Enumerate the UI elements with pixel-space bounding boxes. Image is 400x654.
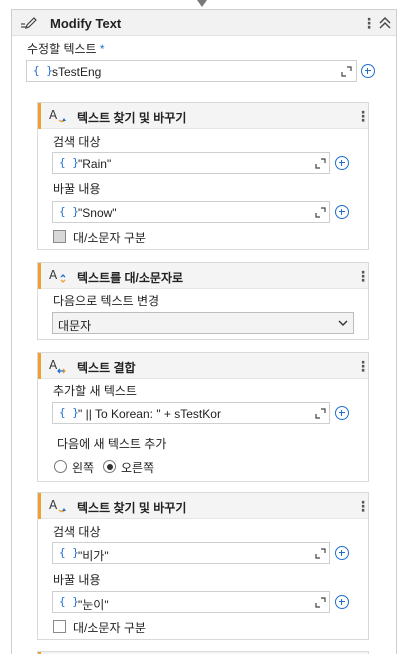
case-sensitive-label: 대/소문자 구분: [73, 621, 146, 635]
card-header[interactable]: A 텍스트 찾기 및 바꾸기 ⋮: [38, 103, 370, 129]
add-variable-icon[interactable]: [361, 64, 375, 78]
card-menu-icon[interactable]: ⋮: [356, 268, 370, 284]
card-accent: [38, 103, 41, 129]
add-text-value: " || To Korean: " + sTestKor: [78, 407, 221, 421]
expression-icon: { }: [59, 546, 79, 559]
chevron-down-icon: [338, 320, 348, 326]
radio-right[interactable]: [103, 460, 116, 473]
expand-editor-icon[interactable]: [315, 408, 326, 419]
card-title: 텍스트 찾기 및 바꾸기: [77, 501, 187, 515]
add-variable-icon[interactable]: [335, 406, 349, 420]
expand-editor-icon[interactable]: [315, 158, 326, 169]
add-text-label: 추가할 새 텍스트: [53, 384, 137, 398]
change-case-icon: A: [49, 268, 66, 283]
card-menu-icon[interactable]: ⋮: [356, 108, 370, 124]
case-sensitive-checkbox[interactable]: [53, 620, 66, 633]
replace-label: 바꿀 내용: [53, 182, 101, 196]
card-header[interactable]: A 텍스트 결합 ⋮: [38, 353, 370, 379]
card-accent: [38, 353, 41, 379]
card-accent: [38, 493, 41, 519]
case-sensitive-label: 대/소문자 구분: [73, 231, 146, 245]
card-title: 텍스트 찾기 및 바꾸기: [77, 111, 187, 125]
search-label: 검색 대상: [53, 525, 101, 539]
replace-label: 바꿀 내용: [53, 573, 101, 587]
add-text-input[interactable]: { } " || To Korean: " + sTestKor: [52, 402, 330, 424]
search-value: "비가": [78, 549, 109, 563]
connector-arrow-icon: [197, 0, 207, 7]
find-replace-card-1[interactable]: A 텍스트 찾기 및 바꾸기 ⋮: [37, 102, 370, 250]
position-label: 다음에 새 텍스트 추가: [57, 437, 167, 451]
collapse-icon[interactable]: [378, 16, 392, 30]
search-input[interactable]: { } "비가": [52, 542, 330, 564]
activity-header[interactable]: Modify Text ⋮: [12, 10, 396, 36]
expression-icon: { }: [33, 64, 53, 77]
svg-text:A: A: [49, 358, 58, 372]
edit-text-icon: [21, 17, 37, 29]
svg-text:A: A: [49, 268, 58, 282]
replace-value: "Snow": [78, 206, 117, 220]
target-text-label-text: 수정할 텍스트: [27, 42, 97, 56]
search-label: 검색 대상: [53, 135, 101, 149]
expression-icon: { }: [59, 156, 79, 169]
svg-text:A: A: [49, 108, 58, 122]
card-menu-icon[interactable]: ⋮: [356, 358, 370, 374]
expand-editor-icon[interactable]: [315, 548, 326, 559]
change-case-label: 다음으로 텍스트 변경: [53, 294, 160, 308]
expand-editor-icon[interactable]: [315, 597, 326, 608]
target-text-input[interactable]: { } sTestEng: [26, 60, 357, 82]
card-header[interactable]: A 텍스트 찾기 및 바꾸기 ⋮: [38, 493, 370, 519]
case-select[interactable]: 대문자: [52, 312, 354, 334]
add-variable-icon[interactable]: [335, 595, 349, 609]
combine-text-icon: A: [49, 358, 66, 374]
expression-icon: { }: [59, 205, 79, 218]
radio-right-label: 오른쪽: [121, 461, 155, 475]
svg-text:A: A: [49, 498, 58, 512]
case-sensitive-checkbox[interactable]: [53, 230, 66, 243]
add-variable-icon[interactable]: [335, 156, 349, 170]
expand-editor-icon[interactable]: [315, 207, 326, 218]
replace-input[interactable]: { } "Snow": [52, 201, 330, 223]
expression-icon: { }: [59, 595, 79, 608]
expression-icon: { }: [59, 406, 79, 419]
find-replace-card-2[interactable]: A 텍스트 찾기 및 바꾸기 ⋮: [37, 492, 370, 640]
radio-left[interactable]: [54, 460, 67, 473]
card-title: 텍스트 결합: [77, 361, 136, 375]
find-replace-icon: A: [49, 498, 66, 513]
search-value: "Rain": [78, 157, 112, 171]
card-header[interactable]: A 텍스트를 대/소문자로 ⋮: [38, 263, 370, 289]
replace-value: "눈이": [78, 598, 109, 612]
card-menu-icon[interactable]: ⋮: [356, 498, 370, 514]
activity-title: Modify Text: [50, 16, 122, 31]
add-variable-icon[interactable]: [335, 546, 349, 560]
search-input[interactable]: { } "Rain": [52, 152, 330, 174]
required-marker: *: [99, 42, 105, 56]
card-accent: [38, 263, 41, 289]
radio-left-label: 왼쪽: [72, 461, 95, 475]
target-text-value: sTestEng: [52, 65, 102, 79]
activity-menu-icon[interactable]: ⋮: [362, 15, 376, 31]
expand-editor-icon[interactable]: [341, 66, 352, 77]
case-select-value: 대문자: [58, 319, 92, 333]
target-text-label: 수정할 텍스트 *: [27, 40, 105, 57]
replace-input[interactable]: { } "눈이": [52, 591, 330, 613]
find-replace-icon: A: [49, 108, 66, 123]
card-title: 텍스트를 대/소문자로: [77, 271, 184, 285]
add-variable-icon[interactable]: [335, 205, 349, 219]
